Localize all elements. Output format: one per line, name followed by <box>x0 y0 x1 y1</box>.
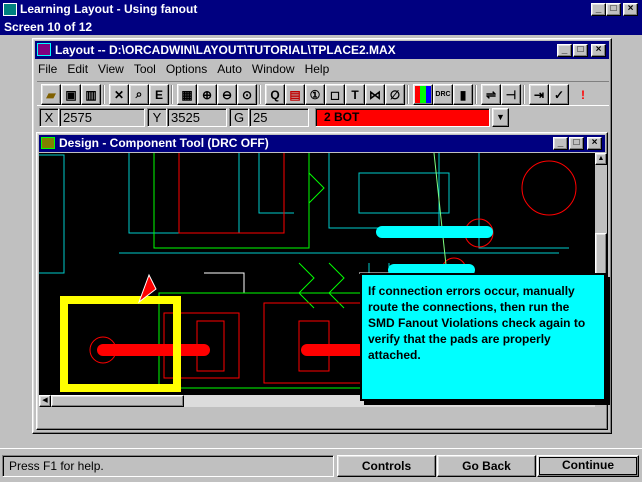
alert-icon[interactable]: ! <box>573 84 593 105</box>
check-icon[interactable]: ✓ <box>549 84 569 105</box>
zoom-out-icon[interactable]: ⊖ <box>217 84 237 105</box>
layout-app-icon <box>37 43 51 56</box>
g-value: 25 <box>249 108 309 127</box>
continue-button[interactable]: Continue <box>537 455 639 477</box>
design-title: Design - Component Tool (DRC OFF) <box>59 136 269 150</box>
layout-minimize-button[interactable]: _ <box>557 44 572 57</box>
fanout-icon[interactable]: ⊣ <box>501 84 521 105</box>
menu-file[interactable]: File <box>38 62 57 80</box>
color-icon[interactable] <box>413 84 433 105</box>
autoroute-icon[interactable]: ⇥ <box>529 84 549 105</box>
chevron-down-icon[interactable]: ▼ <box>492 108 509 127</box>
scroll-left-arrow-icon[interactable]: ◀ <box>39 395 51 407</box>
zoom-all-icon[interactable]: ⊙ <box>237 84 257 105</box>
y-label: Y <box>147 108 167 127</box>
grid-icon[interactable]: ▦ <box>177 84 197 105</box>
connection-icon[interactable]: ⋈ <box>365 84 385 105</box>
menu-auto[interactable]: Auto <box>217 62 242 80</box>
layout-close-button[interactable]: × <box>591 44 606 57</box>
pin-list-icon[interactable]: ▮ <box>453 84 473 105</box>
design-icon <box>41 137 55 149</box>
component-icon[interactable]: ▤ <box>285 84 305 105</box>
error-icon[interactable]: ∅ <box>385 84 405 105</box>
y-value: 3525 <box>167 108 227 127</box>
design-minimize-button[interactable]: _ <box>553 137 568 150</box>
save-icon[interactable]: ▣ <box>61 84 81 105</box>
layer-select[interactable]: 2 BOT <box>315 108 490 127</box>
layout-title-bar: Layout -- D:\ORCADWIN\LAYOUT\TUTORIAL\TP… <box>35 41 609 59</box>
text-e-icon[interactable]: E <box>149 84 169 105</box>
design-maximize-button[interactable]: □ <box>569 137 584 150</box>
close-button[interactable]: × <box>623 3 638 16</box>
menu-tool[interactable]: Tool <box>134 62 156 80</box>
zoom-in-icon[interactable]: ⊕ <box>197 84 217 105</box>
delete-icon[interactable]: ✕ <box>109 84 129 105</box>
library-icon[interactable]: ▥ <box>81 84 101 105</box>
design-window: Design - Component Tool (DRC OFF) _ □ × <box>36 132 608 430</box>
design-title-bar: Design - Component Tool (DRC OFF) _ □ × <box>39 135 605 152</box>
horizontal-scroll-thumb[interactable] <box>51 395 184 407</box>
query-icon[interactable]: Q <box>265 84 285 105</box>
instruction-text: If connection errors occur, manually rou… <box>368 284 586 362</box>
screen-label-bar: Screen 10 of 12 <box>0 19 642 35</box>
menu-edit[interactable]: Edit <box>67 62 88 80</box>
coordinate-bar: X 2575 Y 3525 G 25 2 BOT ▼ <box>37 107 609 129</box>
menu-help[interactable]: Help <box>305 62 330 80</box>
controls-button[interactable]: Controls <box>337 455 436 477</box>
menu-view[interactable]: View <box>98 62 124 80</box>
x-label: X <box>39 108 59 127</box>
open-icon[interactable]: ▰ <box>41 84 61 105</box>
status-bar: Press F1 for help. Controls Go Back Cont… <box>0 448 642 482</box>
layout-window: Layout -- D:\ORCADWIN\LAYOUT\TUTORIAL\TP… <box>32 38 612 434</box>
app-icon <box>3 3 17 16</box>
obstacle-icon[interactable]: ◻ <box>325 84 345 105</box>
layout-title: Layout -- D:\ORCADWIN\LAYOUT\TUTORIAL\TP… <box>55 43 396 57</box>
minimize-button[interactable]: _ <box>591 3 606 16</box>
layout-maximize-button[interactable]: □ <box>573 44 588 57</box>
design-close-button[interactable]: × <box>587 137 602 150</box>
pin-icon[interactable]: ① <box>305 84 325 105</box>
search-icon[interactable]: ⌕ <box>129 84 149 105</box>
maximize-button[interactable]: □ <box>606 3 621 16</box>
instruction-tooltip: If connection errors occur, manually rou… <box>360 273 606 401</box>
help-text: Press F1 for help. <box>2 455 334 477</box>
scroll-up-arrow-icon[interactable]: ▲ <box>595 153 607 165</box>
menu-bar: File Edit View Tool Options Auto Window … <box>38 62 339 80</box>
go-back-button[interactable]: Go Back <box>437 455 536 477</box>
menu-options[interactable]: Options <box>166 62 207 80</box>
x-value: 2575 <box>59 108 145 127</box>
g-label: G <box>229 108 249 127</box>
screen-label: Screen 10 of 12 <box>4 20 93 34</box>
app-title-bar: Learning Layout - Using fanout _ □ × <box>0 0 642 19</box>
text-icon[interactable]: T <box>345 84 365 105</box>
route-icon[interactable]: ⇌ <box>481 84 501 105</box>
menu-window[interactable]: Window <box>252 62 295 80</box>
drc-icon[interactable]: DRC <box>433 84 453 105</box>
toolbar: ▰ ▣ ▥ ✕ ⌕ E ▦ ⊕ ⊖ ⊙ Q ▤ ① ◻ T ⋈ ∅ DRC ▮ … <box>37 81 609 106</box>
app-title: Learning Layout - Using fanout <box>20 2 198 16</box>
